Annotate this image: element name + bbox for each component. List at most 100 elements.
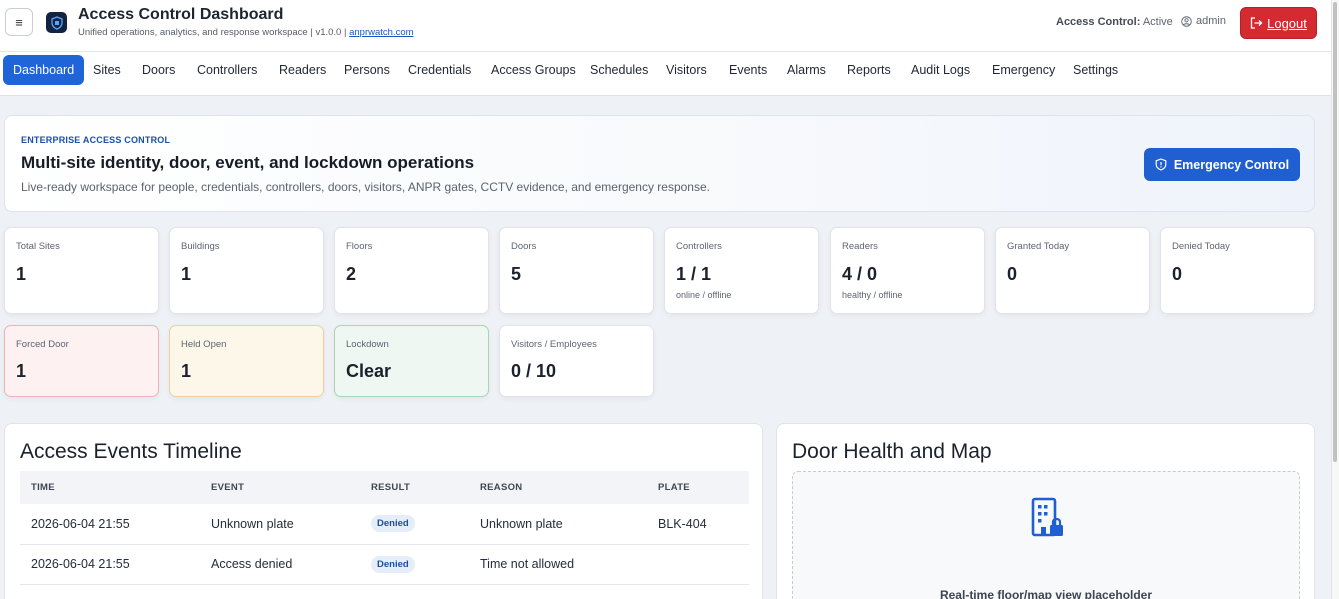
stat-sublabel: healthy / offline [842, 290, 903, 300]
stat-value: 5 [511, 264, 522, 284]
stat-label: Held Open [181, 339, 227, 350]
stat-card-denied-today: Denied Today 0 [1160, 227, 1315, 314]
result-badge: Denied [371, 515, 415, 533]
emergency-control-button[interactable]: Emergency Control [1144, 148, 1300, 181]
map-placeholder: Real-time floor/map view placeholder [792, 471, 1300, 599]
stat-value: 2 [346, 264, 357, 284]
shield-icon [1155, 158, 1167, 171]
user-circle-icon [1181, 15, 1192, 27]
nav-access-groups[interactable]: Access Groups [481, 55, 586, 85]
app-subtitle: Unified operations, analytics, and respo… [78, 27, 414, 38]
stat-card-controllers: Controllers 1 / 1 online / offline [664, 227, 819, 314]
cell-plate [647, 544, 749, 585]
hamburger-icon: ≡ [15, 14, 23, 30]
stat-card-floors: Floors 2 [334, 227, 489, 314]
stat-label: Readers [842, 241, 878, 252]
stat-card-lockdown: Lockdown Clear [334, 325, 489, 397]
logout-button[interactable]: Logout [1240, 7, 1317, 39]
stat-label: Controllers [676, 241, 722, 252]
app-header: ≡ Access Control Dashboard Unified opera… [0, 0, 1331, 52]
stat-value: 1 / 1 [676, 264, 712, 284]
events-table: TIME EVENT RESULT REASON PLATE 2026-06-0… [20, 471, 749, 585]
app-title: Access Control Dashboard [78, 6, 284, 23]
stat-value: 4 / 0 [842, 264, 878, 284]
stat-card-forced-door: Forced Door 1 [4, 325, 159, 397]
nav-sites[interactable]: Sites [83, 55, 131, 85]
nav-dashboard[interactable]: Dashboard [3, 55, 85, 85]
cell-event: Unknown plate [200, 504, 360, 545]
stat-card-granted-today: Granted Today 0 [995, 227, 1150, 314]
stat-value: 1 [181, 264, 192, 284]
stat-label: Doors [511, 241, 537, 252]
nav-alarms[interactable]: Alarms [777, 55, 836, 85]
column-header-reason: REASON [469, 471, 647, 504]
user-menu[interactable]: admin [1181, 15, 1226, 27]
access-control-status: Access Control: Active [1056, 16, 1173, 28]
stat-value: Clear [346, 361, 392, 381]
column-header-result: RESULT [360, 471, 469, 504]
stat-label: Forced Door [16, 339, 69, 350]
access-events-panel: Access Events Timeline TIME EVENT RESULT… [4, 423, 763, 599]
hero-eyebrow: ENTERPRISE ACCESS CONTROL [21, 135, 171, 145]
column-header-time: TIME [20, 471, 200, 504]
nav-emergency[interactable]: Emergency [982, 55, 1065, 85]
stat-value: 1 [16, 361, 27, 381]
stat-label: Floors [346, 241, 373, 252]
column-header-plate: PLATE [647, 471, 749, 504]
logout-icon [1250, 17, 1263, 29]
result-badge: Denied [371, 555, 415, 573]
hero-banner: ENTERPRISE ACCESS CONTROL Multi-site ide… [4, 115, 1315, 212]
building-lock-icon [1031, 497, 1063, 537]
cell-time: 2026-06-04 21:55 [20, 544, 200, 585]
stat-value: 1 [16, 264, 27, 284]
stat-label: Denied Today [1172, 241, 1230, 252]
cell-event: Access denied [200, 544, 360, 585]
cell-result: Denied [360, 544, 469, 585]
door-health-panel: Door Health and Map Real-time floor/map … [776, 423, 1315, 599]
page-scrollbar-thumb[interactable] [1333, 2, 1337, 462]
nav-credentials[interactable]: Credentials [398, 55, 481, 85]
cell-time: 2026-06-04 21:55 [20, 504, 200, 545]
stat-label: Lockdown [346, 339, 389, 350]
stat-value: 1 [181, 361, 192, 381]
stat-label: Visitors / Employees [511, 339, 597, 350]
stat-card-total-sites: Total Sites 1 [4, 227, 159, 314]
hero-title: Multi-site identity, door, event, and lo… [21, 153, 475, 172]
main-nav: Dashboard Sites Doors Controllers Reader… [0, 52, 1331, 96]
stat-label: Buildings [181, 241, 220, 252]
stat-value: 0 [1007, 264, 1018, 284]
nav-controllers[interactable]: Controllers [187, 55, 267, 85]
panel-title: Door Health and Map [792, 440, 992, 463]
panel-title: Access Events Timeline [20, 440, 242, 463]
stat-label: Granted Today [1007, 241, 1070, 252]
nav-events[interactable]: Events [719, 55, 777, 85]
stat-card-held-open: Held Open 1 [169, 325, 324, 397]
nav-audit-logs[interactable]: Audit Logs [901, 55, 980, 85]
map-placeholder-text: Real-time floor/map view placeholder [939, 588, 1153, 599]
status-value: Active [1142, 16, 1173, 28]
stat-value: 0 [1172, 264, 1183, 284]
nav-reports[interactable]: Reports [837, 55, 901, 85]
table-row[interactable]: 2026-06-04 21:55 Access denied Denied Ti… [20, 544, 749, 585]
nav-doors[interactable]: Doors [132, 55, 185, 85]
nav-schedules[interactable]: Schedules [580, 55, 658, 85]
stat-sublabel: online / offline [676, 290, 732, 300]
nav-settings[interactable]: Settings [1063, 55, 1128, 85]
nav-readers[interactable]: Readers [269, 55, 336, 85]
stat-card-visitors-employees: Visitors / Employees 0 / 10 [499, 325, 654, 397]
nav-visitors[interactable]: Visitors [656, 55, 717, 85]
table-row[interactable]: 2026-06-04 21:55 Unknown plate Denied Un… [20, 504, 749, 545]
stat-value: 0 / 10 [511, 361, 557, 381]
user-name: admin [1196, 15, 1226, 27]
stat-card-readers: Readers 4 / 0 healthy / offline [830, 227, 985, 314]
cell-plate: BLK-404 [647, 504, 749, 545]
nav-persons[interactable]: Persons [334, 55, 400, 85]
website-link[interactable]: anprwatch.com [349, 27, 413, 38]
column-header-event: EVENT [200, 471, 360, 504]
menu-toggle-button[interactable]: ≡ [5, 8, 33, 36]
cell-reason: Unknown plate [469, 504, 647, 545]
stat-label: Total Sites [16, 241, 60, 252]
stat-card-buildings: Buildings 1 [169, 227, 324, 314]
app-logo-icon [46, 12, 67, 33]
stat-card-doors: Doors 5 [499, 227, 654, 314]
